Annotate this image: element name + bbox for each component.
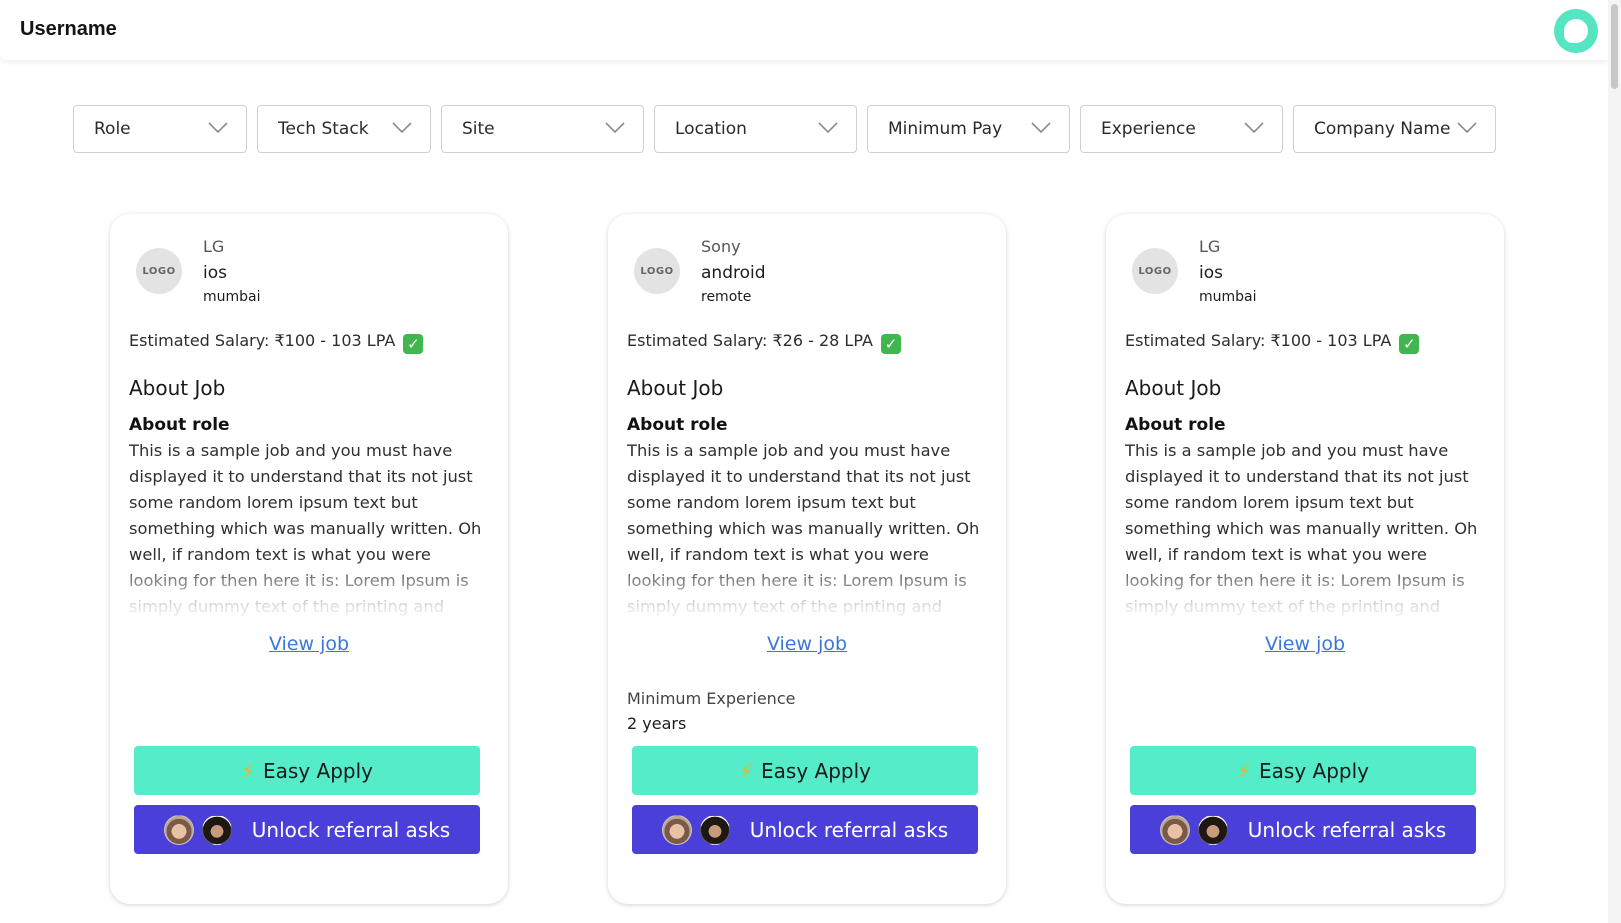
salary-text: Estimated Salary: ₹100 - 103 LPA [1125,331,1392,350]
top-bar: Username [0,0,1608,60]
min-experience-value: 2 years [627,714,687,733]
referrer-avatar-icon [163,814,194,845]
filter-company-name[interactable]: Company Name [1293,105,1496,153]
page-scrollbar[interactable] [1608,0,1621,923]
filter-experience[interactable]: Experience [1080,105,1283,153]
easy-apply-label: Easy Apply [761,758,872,783]
easy-apply-label: Easy Apply [263,758,374,783]
filter-label: Experience [1101,119,1196,139]
company-name: LG [1199,237,1221,256]
about-role-heading: About role [627,415,728,435]
company-logo: LOGO [136,248,182,294]
filter-location[interactable]: Location [654,105,857,153]
user-avatar-icon[interactable] [1554,9,1598,53]
job-location: mumbai [203,289,261,305]
filter-bar: Role Tech Stack Site Location Minimum Pa… [73,105,1496,153]
filter-label: Minimum Pay [888,119,1003,139]
referrer-avatars [163,814,232,845]
referrer-avatars [661,814,730,845]
job-description: This is a sample job and you must have d… [1125,438,1485,628]
job-card: LOGO LG ios mumbai Estimated Salary: ₹10… [110,214,508,904]
view-job-link[interactable]: View job [110,633,508,655]
check-mark-icon: ✓ [1399,334,1420,354]
filter-label: Company Name [1314,119,1451,139]
chevron-down-icon [1244,122,1264,136]
about-role-heading: About role [129,415,230,435]
job-location: mumbai [1199,289,1257,305]
referrer-avatar-icon [201,814,232,845]
username-label: Username [20,18,117,40]
lightning-bolt-icon: ⚡ [1236,758,1252,783]
referrer-avatar-icon [661,814,692,845]
referral-label: Unlock referral asks [1247,817,1447,842]
estimated-salary: Estimated Salary: ₹100 - 103 LPA ✓ [1125,331,1420,354]
chevron-down-icon [1457,122,1477,136]
filter-role[interactable]: Role [73,105,247,153]
job-role: ios [1199,263,1223,283]
min-experience-label: Minimum Experience [627,689,796,708]
job-description: This is a sample job and you must have d… [129,438,489,628]
view-job-link[interactable]: View job [1106,633,1504,655]
salary-text: Estimated Salary: ₹26 - 28 LPA [627,331,873,350]
unlock-referral-button[interactable]: Unlock referral asks [134,805,480,854]
company-logo: LOGO [634,248,680,294]
filter-tech-stack[interactable]: Tech Stack [257,105,431,153]
lightning-bolt-icon: ⚡ [738,758,754,783]
referral-label: Unlock referral asks [251,817,451,842]
referrer-avatar-icon [1159,814,1190,845]
view-job-link[interactable]: View job [608,633,1006,655]
check-mark-icon: ✓ [881,334,901,354]
about-job-heading: About Job [129,376,226,400]
chevron-down-icon [605,122,625,136]
job-location: remote [701,289,752,305]
company-name: LG [203,237,225,256]
filter-label: Site [462,119,495,139]
salary-text: Estimated Salary: ₹100 - 103 LPA [129,331,396,350]
chevron-down-icon [818,122,838,136]
job-card: LOGO LG ios mumbai Estimated Salary: ₹10… [1106,214,1504,904]
estimated-salary: Estimated Salary: ₹26 - 28 LPA ✓ [627,331,901,354]
job-role: ios [203,263,227,283]
about-job-heading: About Job [1125,376,1222,400]
estimated-salary: Estimated Salary: ₹100 - 103 LPA ✓ [129,331,424,354]
chevron-down-icon [208,122,228,136]
referral-label: Unlock referral asks [749,817,949,842]
lightning-bolt-icon: ⚡ [240,758,256,783]
about-job-heading: About Job [627,376,724,400]
filter-label: Location [675,119,747,139]
unlock-referral-button[interactable]: Unlock referral asks [632,805,978,854]
company-name: Sony [701,237,741,256]
scrollbar-thumb[interactable] [1611,4,1618,89]
chevron-down-icon [392,122,412,136]
job-description: This is a sample job and you must have d… [627,438,987,628]
check-mark-icon: ✓ [403,334,424,354]
referrer-avatar-icon [1197,814,1228,845]
easy-apply-button[interactable]: ⚡ Easy Apply [134,746,480,795]
filter-site[interactable]: Site [441,105,644,153]
unlock-referral-button[interactable]: Unlock referral asks [1130,805,1476,854]
easy-apply-label: Easy Apply [1259,758,1370,783]
easy-apply-button[interactable]: ⚡ Easy Apply [632,746,978,795]
about-role-heading: About role [1125,415,1226,435]
chevron-down-icon [1031,122,1051,136]
filter-label: Tech Stack [278,119,369,139]
company-logo: LOGO [1132,248,1178,294]
filter-minimum-pay[interactable]: Minimum Pay [867,105,1070,153]
referrer-avatars [1159,814,1228,845]
referrer-avatar-icon [699,814,730,845]
job-role: android [701,263,766,283]
easy-apply-button[interactable]: ⚡ Easy Apply [1130,746,1476,795]
filter-label: Role [94,119,131,139]
job-card: LOGO Sony android remote Estimated Salar… [608,214,1006,904]
